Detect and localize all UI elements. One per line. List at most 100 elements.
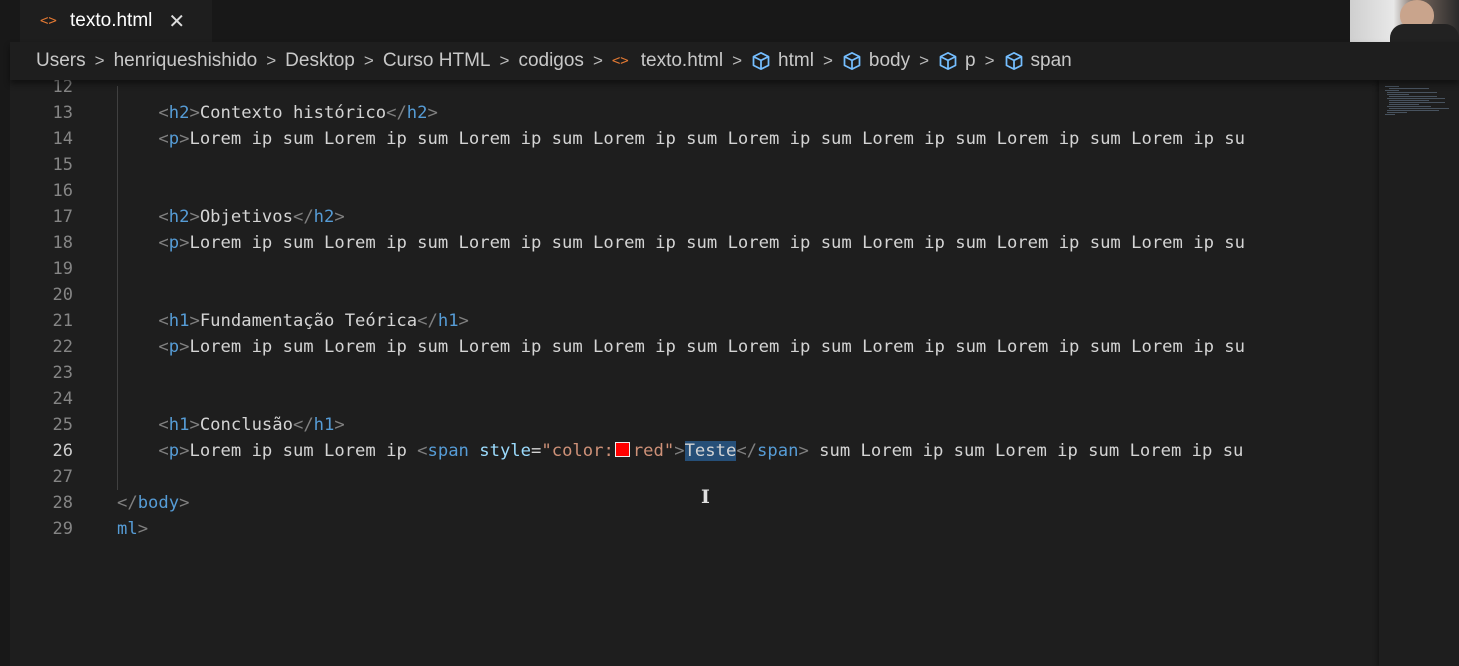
code-token: > [179, 129, 190, 149]
line-number: 20 [52, 285, 73, 305]
line-number: 13 [52, 103, 73, 123]
line-number: 23 [52, 363, 73, 383]
code-token: > [189, 103, 200, 123]
symbol-element-icon [1004, 51, 1024, 71]
code-line[interactable]: <h1>Conclusão</h1> [117, 412, 344, 438]
breadcrumb-item-texto-html[interactable]: <> texto.html [612, 50, 723, 72]
minimap-line [1385, 86, 1399, 87]
minimap-line [1385, 90, 1399, 91]
code-line[interactable]: <p>Lorem ip sum Lorem ip sum Lorem ip su… [117, 334, 1245, 360]
code-token: style [479, 441, 532, 461]
close-icon[interactable]: ✕ [168, 9, 185, 34]
code-token: h1 [437, 311, 459, 331]
code-token: < [158, 337, 169, 357]
breadcrumb-item-html[interactable]: html [751, 50, 814, 72]
breadcrumb-item-span[interactable]: span [1004, 50, 1072, 72]
code-token: p [168, 233, 180, 253]
minimap-line [1389, 88, 1429, 89]
code-token: > [427, 103, 438, 123]
selected-text: Teste [684, 441, 737, 461]
minimap-line [1385, 114, 1395, 115]
window-edge [0, 0, 10, 666]
breadcrumb-label: Desktop [285, 50, 355, 71]
code-token: p [168, 441, 180, 461]
code-line[interactable]: ml> [117, 516, 148, 542]
chevron-right-icon: > [732, 51, 743, 70]
line-number: 22 [52, 337, 73, 357]
code-token: < [158, 233, 169, 253]
code-token: > [458, 311, 469, 331]
line-number: 17 [52, 207, 73, 227]
chevron-right-icon: > [919, 51, 930, 70]
code-line[interactable]: <h2>Contexto histórico</h2> [117, 100, 438, 126]
breadcrumb-item-henriqueshishido[interactable]: henriqueshishido [114, 50, 258, 72]
color-swatch[interactable] [614, 442, 630, 457]
code-token: span [427, 441, 469, 461]
code-token: </ [292, 207, 314, 227]
code-line[interactable]: <p>Lorem ip sum Lorem ip <span style="co… [117, 438, 1243, 464]
code-editor[interactable]: 12 13 <h2>Contexto histórico</h2> 14 <p>Lo… [10, 80, 1379, 666]
code-token: h2 [313, 207, 335, 227]
code-line[interactable]: <p>Lorem ip sum Lorem ip sum Lorem ip su… [117, 126, 1245, 152]
code-token: </ [292, 415, 314, 435]
line-number: 14 [52, 129, 73, 149]
code-line[interactable]: <h2>Objetivos</h2> [117, 204, 344, 230]
code-token: > [189, 415, 200, 435]
line-number: 19 [52, 259, 73, 279]
tab-texto-html[interactable]: <> texto.html ✕ [20, 0, 212, 42]
chevron-right-icon: > [363, 51, 374, 70]
code-token: Fundamentação Teórica [199, 311, 418, 331]
code-token: </ [117, 493, 138, 513]
code-line[interactable]: <p>Lorem ip sum Lorem ip sum Lorem ip su… [117, 230, 1245, 256]
minimap-line [1387, 112, 1407, 113]
code-token: > [179, 337, 190, 357]
html-file-icon: <> [40, 13, 57, 29]
code-token: "color: [541, 441, 614, 461]
code-token: Lorem ip sum Lorem ip sum Lorem ip sum L… [189, 337, 1245, 357]
breadcrumb-label: html [778, 50, 814, 71]
chevron-right-icon: > [94, 51, 105, 70]
code-line[interactable]: <h1>Fundamentação Teórica</h1> [117, 308, 469, 334]
breadcrumb-item-users[interactable]: Users [36, 50, 86, 72]
tab-title[interactable]: texto.html [70, 10, 152, 32]
breadcrumb-label: codigos [518, 50, 584, 71]
code-token: < [158, 129, 169, 149]
breadcrumb-label: span [1030, 50, 1072, 71]
line-number: 28 [52, 493, 73, 513]
code-token: h2 [168, 103, 190, 123]
line-number: 26 [52, 441, 73, 461]
minimap[interactable] [1379, 80, 1459, 666]
code-token: h2 [406, 103, 428, 123]
code-token: ml [117, 519, 138, 539]
chevron-right-icon: > [266, 51, 277, 70]
breadcrumb-item-desktop[interactable]: Desktop [285, 50, 355, 72]
line-number: 12 [52, 80, 73, 97]
webcam-overlay [1350, 0, 1459, 46]
code-token: h1 [168, 415, 190, 435]
code-token: Lorem ip sum Lorem ip sum Lorem ip sum L… [189, 233, 1245, 253]
code-token: < [158, 311, 169, 331]
minimap-line [1387, 94, 1409, 95]
code-token: < [158, 441, 169, 461]
breadcrumb-item-codigos[interactable]: codigos [518, 50, 584, 72]
breadcrumb-item-p[interactable]: p [938, 50, 976, 72]
line-number: 21 [52, 311, 73, 331]
minimap-line [1387, 106, 1431, 107]
breadcrumb-item-curso-html[interactable]: Curso HTML [383, 50, 491, 72]
line-number: 18 [52, 233, 73, 253]
code-token: h1 [168, 311, 190, 331]
code-token: </ [736, 441, 758, 461]
code-token: > [798, 441, 809, 461]
chevron-right-icon: > [984, 51, 995, 70]
minimap-line [1389, 104, 1419, 105]
code-line[interactable]: </body> [117, 490, 189, 516]
code-token: > [179, 233, 190, 253]
breadcrumb-item-body[interactable]: body [842, 50, 910, 72]
code-token: > [137, 519, 149, 539]
